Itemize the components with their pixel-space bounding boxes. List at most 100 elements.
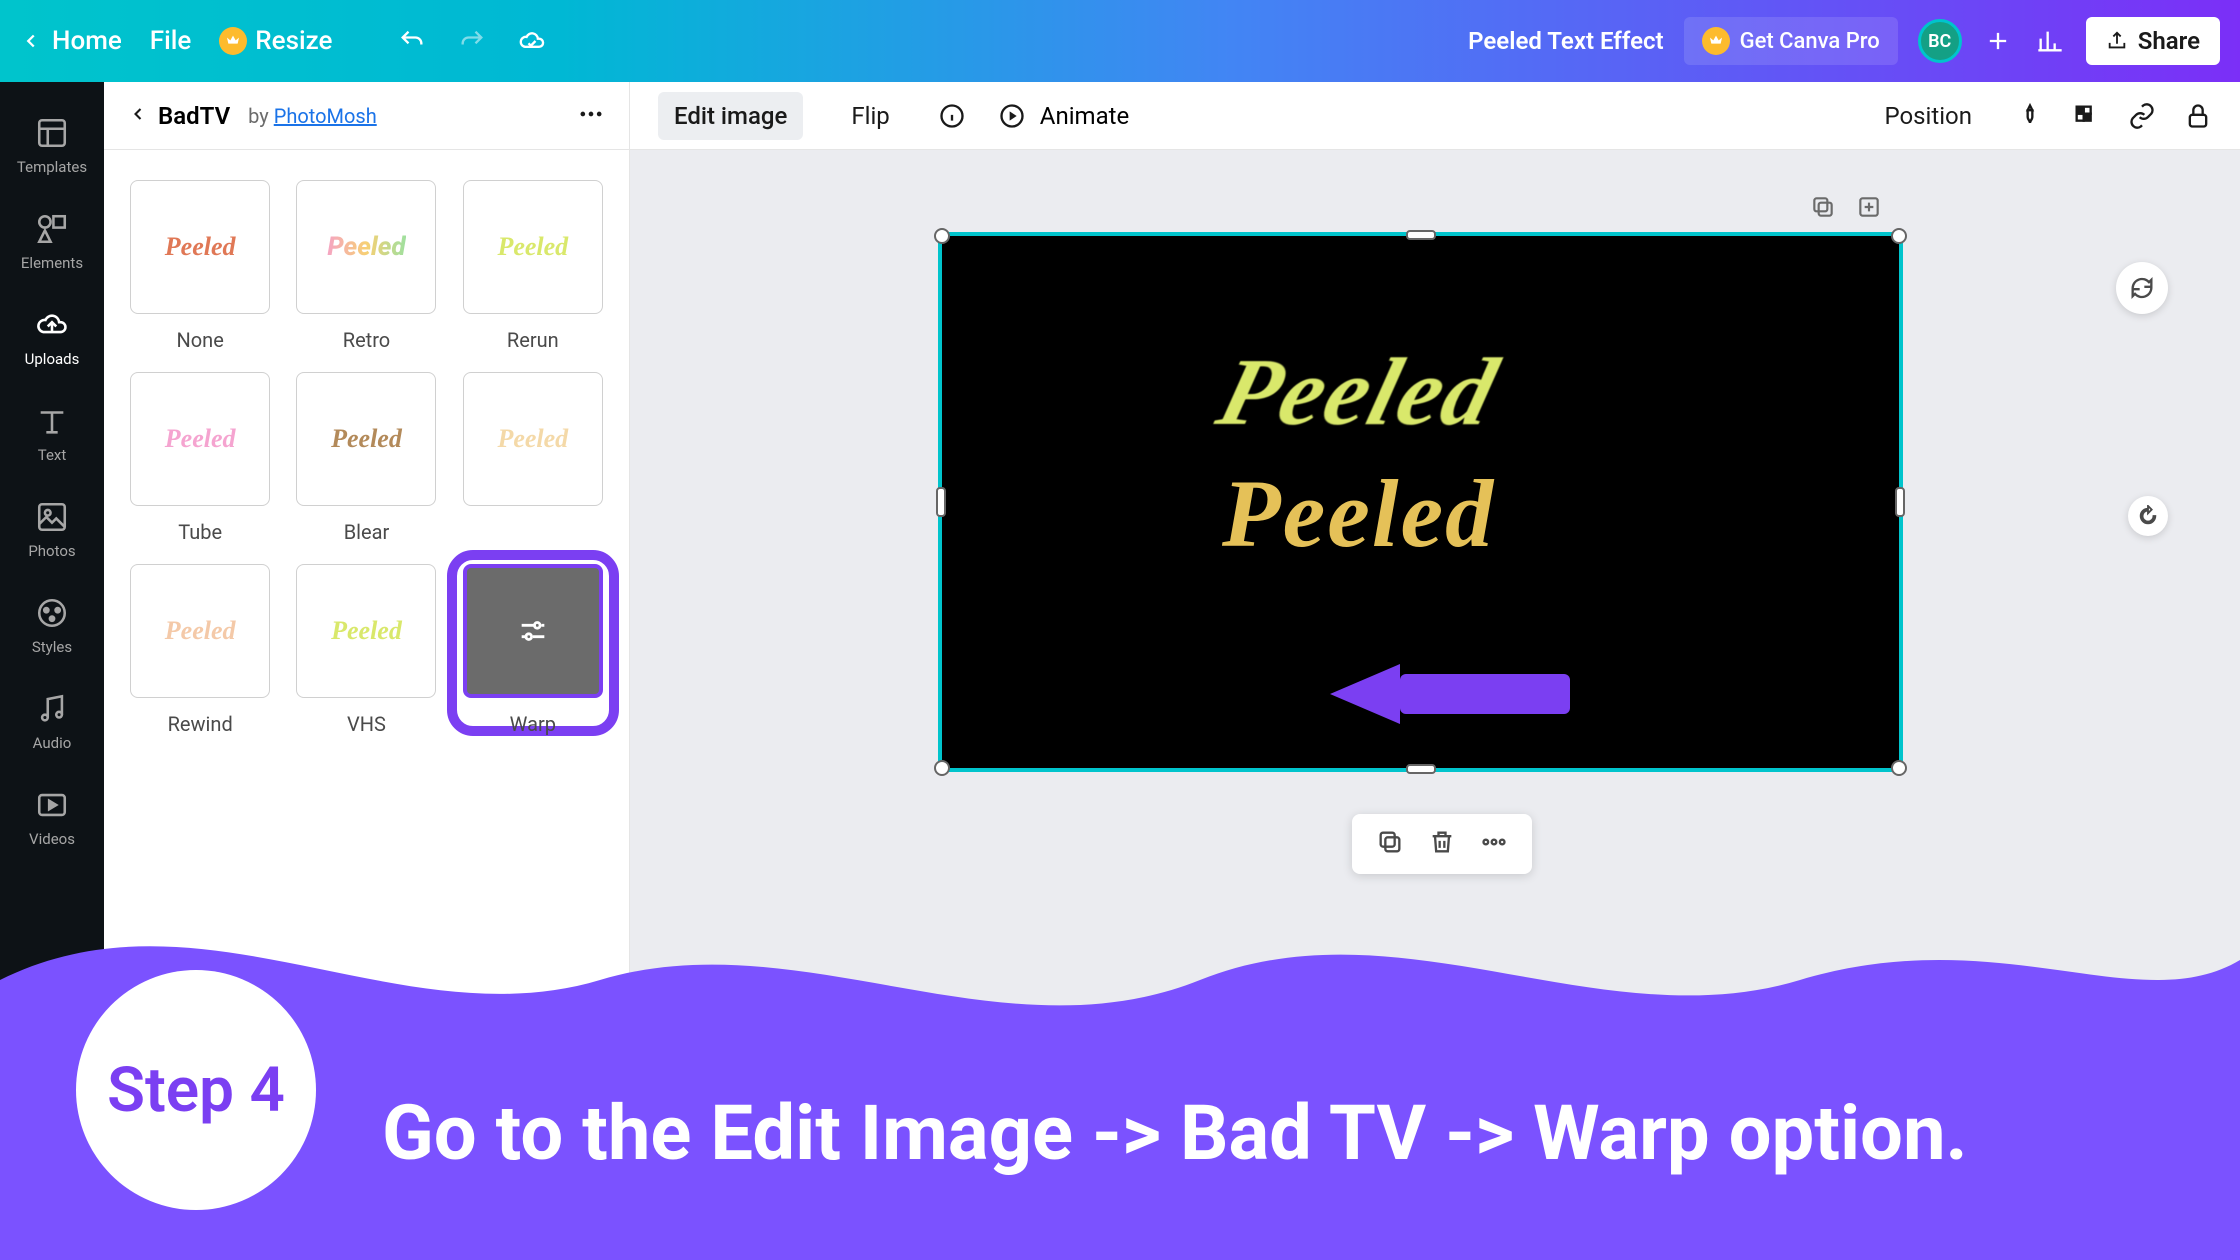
effect-thumb: Peeled — [296, 180, 436, 314]
position-button[interactable]: Position — [1868, 92, 1988, 140]
copy-style-button[interactable] — [2016, 102, 2044, 130]
transparency-button[interactable] — [2072, 102, 2100, 130]
effect-tube[interactable]: PeeledTube — [128, 372, 272, 544]
rail-text[interactable]: Text — [0, 386, 104, 482]
selection-handle-ne[interactable] — [1891, 228, 1907, 244]
effect-blear[interactable]: Peeled Blear — [294, 372, 438, 544]
edit-image-button[interactable]: Edit image — [658, 92, 803, 140]
file-menu[interactable]: File — [150, 26, 192, 56]
user-avatar[interactable]: BC — [1918, 19, 1962, 63]
panel-back-button[interactable] — [128, 104, 148, 128]
flip-button[interactable]: Flip — [835, 92, 905, 140]
effect-label: Tube — [178, 520, 222, 544]
panel-more-button[interactable] — [577, 100, 605, 132]
rail-uploads[interactable]: Uploads — [0, 290, 104, 386]
duplicate-page-button[interactable] — [1810, 194, 1836, 224]
canvas-text-smooth: Peeled — [1222, 458, 1495, 569]
rail-label: Styles — [32, 638, 72, 656]
effect-thumb: Peeled — [130, 564, 270, 698]
info-button[interactable] — [938, 102, 966, 130]
effect-rewind[interactable]: Peeled Rewind — [128, 564, 272, 736]
selection-handle-se[interactable] — [1891, 760, 1907, 776]
effect-retro[interactable]: Peeled Retro — [294, 180, 438, 352]
undo-button[interactable] — [396, 25, 428, 57]
delete-button[interactable] — [1428, 828, 1456, 860]
get-pro-button[interactable]: Get Canva Pro — [1684, 17, 1898, 65]
selection-handle-e[interactable] — [1895, 487, 1905, 517]
selection-handle-s[interactable] — [1406, 764, 1436, 774]
panel-header: BadTV by PhotoMosh — [104, 82, 629, 150]
refresh-button[interactable] — [2116, 262, 2168, 314]
effect-unused[interactable]: Peeled — [461, 372, 605, 544]
redo-button[interactable] — [456, 25, 488, 57]
share-button[interactable]: Share — [2086, 17, 2220, 65]
menubar-right: Peeled Text Effect Get Canva Pro BC Shar… — [1468, 17, 2220, 65]
rotate-handle[interactable] — [2128, 496, 2168, 536]
rail-templates[interactable]: Templates — [0, 98, 104, 194]
effect-label: Rerun — [507, 328, 559, 352]
resize-menu[interactable]: Resize — [219, 26, 332, 56]
rail-audio[interactable]: Audio — [0, 674, 104, 770]
link-button[interactable] — [2128, 102, 2156, 130]
cloud-sync-icon[interactable] — [516, 25, 548, 57]
effects-panel: BadTV by PhotoMosh Peeled None Peeled Retr… — [104, 82, 630, 1260]
animate-label: Animate — [1040, 102, 1129, 130]
effect-label: Warp — [510, 712, 556, 736]
share-label: Share — [2138, 27, 2200, 55]
selection-handle-w[interactable] — [936, 487, 946, 517]
panel-title: BadTV — [158, 102, 230, 130]
animate-icon — [998, 102, 1026, 130]
effect-thumb-selected — [463, 564, 603, 698]
selection-handle-sw[interactable] — [934, 760, 950, 776]
rail-label: Templates — [17, 158, 87, 176]
resize-label: Resize — [255, 26, 332, 56]
duplicate-button[interactable] — [1376, 828, 1404, 860]
more-actions-button[interactable] — [1480, 828, 1508, 860]
rail-label: Text — [38, 446, 67, 464]
effect-thumb: Peeled — [296, 564, 436, 698]
rail-label: Photos — [28, 542, 75, 560]
effect-thumb: Peeled — [296, 372, 436, 506]
effect-vhs[interactable]: Peeled VHS — [294, 564, 438, 736]
apply-button[interactable]: Apply — [128, 1172, 605, 1236]
home-button[interactable]: Home — [20, 26, 122, 56]
by-word: by — [248, 104, 269, 128]
animate-button[interactable]: Animate — [998, 102, 1129, 130]
effect-label: Blear — [344, 520, 390, 544]
rail-elements[interactable]: Elements — [0, 194, 104, 290]
rail-label: Uploads — [25, 350, 80, 368]
element-action-bar — [1352, 814, 1532, 874]
chevron-left-icon — [20, 30, 42, 52]
add-page-button[interactable] — [1856, 194, 1882, 224]
selection-handle-nw[interactable] — [934, 228, 950, 244]
crown-icon — [1702, 27, 1730, 55]
selection-handle-n[interactable] — [1406, 230, 1436, 240]
effect-label: None — [177, 328, 224, 352]
pro-label: Get Canva Pro — [1740, 29, 1880, 54]
effect-thumb: Peeled — [463, 372, 603, 506]
main-row: Templates Elements Uploads Text Photos S… — [0, 82, 2240, 1260]
effect-rerun[interactable]: Peeled Rerun — [461, 180, 605, 352]
insights-button[interactable] — [2034, 25, 2066, 57]
rail-label: Videos — [29, 830, 75, 848]
effect-none[interactable]: Peeled None — [128, 180, 272, 352]
panel-author-link[interactable]: PhotoMosh — [274, 104, 377, 128]
canvas-text-distorted: Peeled — [1207, 336, 1510, 447]
rail-photos[interactable]: Photos — [0, 482, 104, 578]
document-title[interactable]: Peeled Text Effect — [1468, 27, 1663, 55]
effect-label: Retro — [343, 328, 390, 352]
lock-button[interactable] — [2184, 102, 2212, 130]
share-icon — [2106, 30, 2128, 52]
rail-styles[interactable]: Styles — [0, 578, 104, 674]
add-member-button[interactable] — [1982, 25, 2014, 57]
left-rail: Templates Elements Uploads Text Photos S… — [0, 82, 104, 1260]
effect-label: VHS — [347, 712, 386, 736]
rail-videos[interactable]: Videos — [0, 770, 104, 866]
page-tools — [1810, 194, 1882, 224]
effect-thumb: Peeled — [130, 180, 270, 314]
effect-label: Rewind — [168, 712, 233, 736]
canvas-area: Edit image Flip Animate Position Peel — [630, 82, 2240, 1260]
menubar-left: Home File Resize — [20, 25, 548, 57]
effect-thumb: Peeled — [463, 180, 603, 314]
effect-warp[interactable]: Warp — [461, 564, 605, 736]
